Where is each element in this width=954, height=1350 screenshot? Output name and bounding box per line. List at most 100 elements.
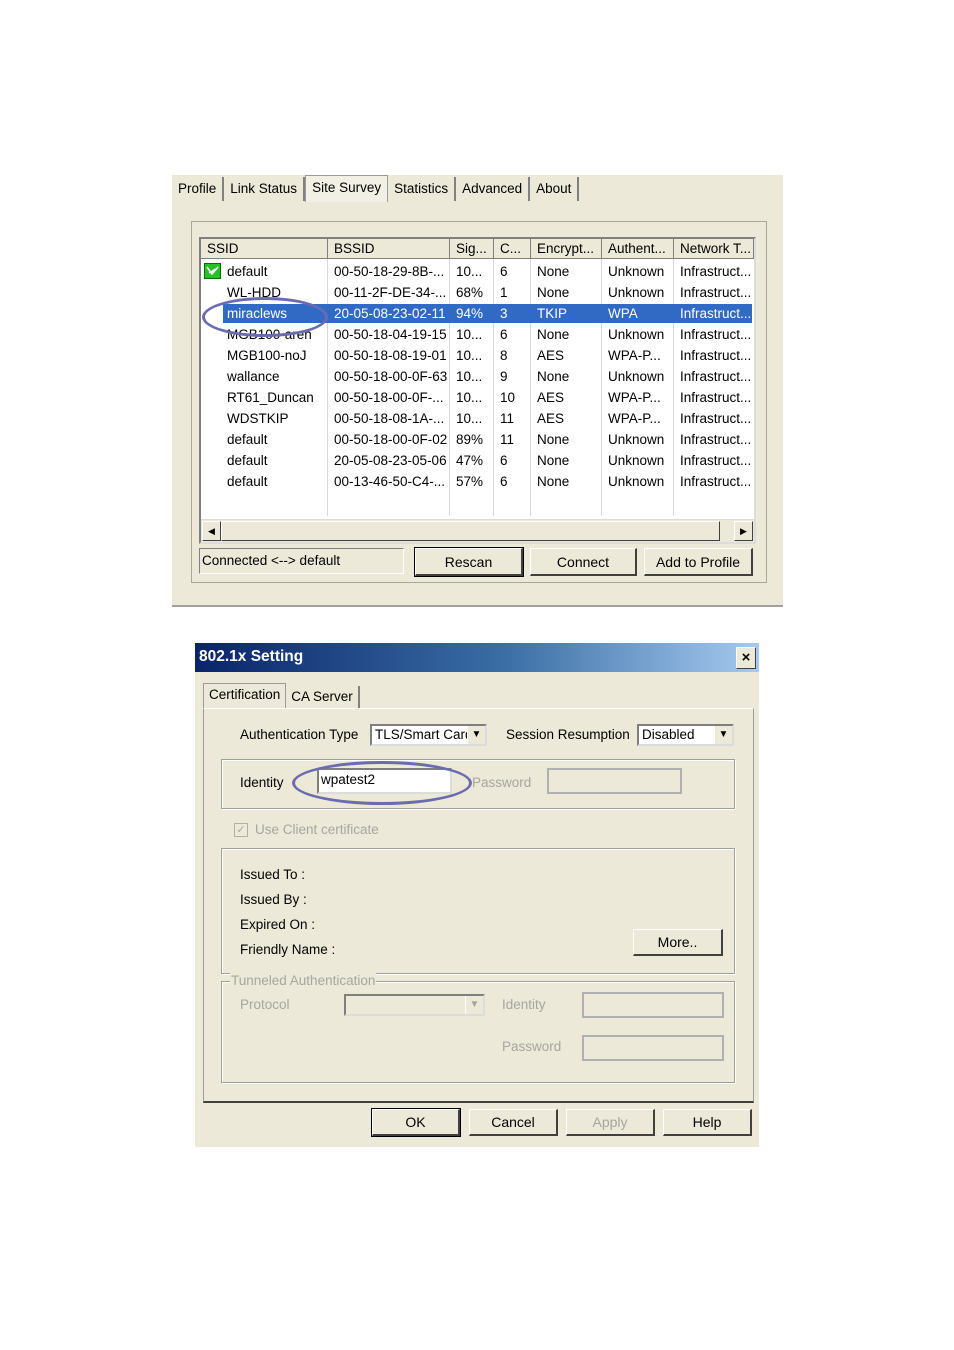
signal-cell: 10...	[456, 327, 483, 342]
column-header-signal[interactable]: Sig...	[450, 239, 494, 259]
channel-cell: 1	[500, 285, 508, 300]
tab-link-status[interactable]: Link Status	[224, 177, 306, 201]
bssid-cell: 00-50-18-00-0F-...	[334, 390, 444, 405]
ssid-cell: MGB100-noJ	[227, 348, 307, 363]
authentication-cell: Unknown	[608, 285, 665, 300]
encryption-cell: None	[537, 264, 570, 279]
bssid-cell: 00-50-18-08-19-01	[334, 348, 447, 363]
table-row[interactable]: default 00-50-18-29-8B-... 10... 6 None Unkno…	[201, 261, 754, 282]
tab-site-survey[interactable]: Site Survey	[305, 175, 389, 202]
protocol-select[interactable]: ▼	[344, 994, 485, 1016]
auth-type-value: TLS/Smart Card	[375, 727, 473, 742]
tab-advanced[interactable]: Advanced	[456, 177, 531, 201]
channel-cell: 6	[500, 474, 508, 489]
column-header-encryption[interactable]: Encrypt...	[531, 239, 602, 259]
column-header-channel[interactable]: C...	[494, 239, 531, 259]
highlight-oval	[292, 761, 472, 805]
encryption-cell: AES	[537, 390, 565, 405]
network-type-cell: Infrastruct...	[680, 474, 752, 489]
horizontal-scrollbar[interactable]: ◀ ▶	[201, 519, 754, 542]
apply-button[interactable]: Apply	[566, 1109, 655, 1136]
network-type-cell: Infrastruct...	[680, 411, 752, 426]
channel-cell: 8	[500, 348, 508, 363]
chevron-down-icon[interactable]: ▼	[467, 726, 485, 744]
encryption-cell: None	[537, 327, 570, 342]
table-row[interactable]: default 00-50-18-00-0F-02 89% 11 None Unknown…	[201, 429, 754, 450]
table-row[interactable]: MGB100-noJ 00-50-18-08-19-01 10... 8 AES WPA-…	[201, 345, 754, 366]
close-icon[interactable]: ×	[736, 647, 756, 669]
network-type-cell: Infrastruct...	[680, 327, 752, 342]
scroll-left-icon[interactable]: ◀	[202, 521, 221, 541]
survey-frame: SSID BSSID Sig... C... Encrypt... Authen…	[191, 221, 767, 583]
add-to-profile-button[interactable]: Add to Profile	[644, 548, 753, 576]
tab-profile[interactable]: Profile	[172, 177, 225, 201]
channel-cell: 3	[500, 306, 508, 321]
rescan-button[interactable]: Rescan	[414, 547, 524, 577]
tunneled-password-input[interactable]	[582, 1035, 724, 1061]
chevron-down-icon[interactable]: ▼	[714, 726, 732, 744]
bssid-cell: 00-50-18-04-19-15	[334, 327, 447, 342]
column-header-authentication[interactable]: Authent...	[602, 239, 674, 259]
help-button[interactable]: Help	[663, 1109, 752, 1136]
table-row[interactable]: RT61_Duncan 00-50-18-00-0F-... 10... 10 AES W…	[201, 387, 754, 408]
dialog-tab-bar: Certification CA Server	[203, 683, 360, 709]
channel-cell: 6	[500, 264, 508, 279]
dialog-title-bar[interactable]: 802.1x Setting ×	[195, 643, 759, 672]
use-client-cert-checkbox[interactable]: ✓	[234, 823, 248, 837]
tunneled-identity-input[interactable]	[582, 992, 724, 1018]
site-survey-panel: Profile Link Status Site Survey Statisti…	[172, 175, 783, 607]
ok-button[interactable]: OK	[371, 1108, 461, 1137]
table-row[interactable]: WDSTKIP 00-50-18-08-1A-... 10... 11 AES WPA-P…	[201, 408, 754, 429]
connect-button[interactable]: Connect	[530, 548, 637, 576]
session-resumption-label: Session Resumption	[506, 727, 630, 742]
scroll-right-icon[interactable]: ▶	[734, 521, 753, 541]
cancel-button[interactable]: Cancel	[469, 1109, 558, 1136]
issued-to-label: Issued To :	[240, 867, 306, 882]
authentication-cell: WPA	[608, 306, 638, 321]
authentication-cell: Unknown	[608, 264, 665, 279]
issued-by-label: Issued By :	[240, 892, 307, 907]
encryption-cell: None	[537, 453, 570, 468]
encryption-cell: None	[537, 369, 570, 384]
session-resumption-value: Disabled	[642, 727, 695, 742]
scroll-thumb[interactable]	[221, 521, 720, 541]
ssid-cell: default	[227, 453, 268, 468]
tab-ca-server[interactable]: CA Server	[286, 686, 360, 708]
encryption-cell: None	[537, 432, 570, 447]
authentication-cell: Unknown	[608, 327, 665, 342]
password-input[interactable]	[547, 768, 682, 794]
certification-page: Authentication Type TLS/Smart Card ▼ Ses…	[203, 708, 754, 1103]
network-type-cell: Infrastruct...	[680, 432, 752, 447]
chevron-down-icon[interactable]: ▼	[465, 996, 483, 1014]
tab-certification[interactable]: Certification	[203, 683, 287, 709]
signal-cell: 94%	[456, 306, 484, 321]
table-row[interactable]: wallance 00-50-18-00-0F-63 10... 9 None Unkno…	[201, 366, 754, 387]
network-type-cell: Infrastruct...	[680, 285, 752, 300]
column-header-network-type[interactable]: Network T...	[674, 239, 754, 259]
bssid-cell: 00-13-46-50-C4-...	[334, 474, 446, 489]
bssid-cell: 00-50-18-08-1A-...	[334, 411, 445, 426]
network-type-cell: Infrastruct...	[680, 264, 752, 279]
tab-statistics[interactable]: Statistics	[388, 177, 457, 201]
protocol-label: Protocol	[240, 997, 290, 1012]
channel-cell: 11	[500, 432, 515, 447]
auth-type-select[interactable]: TLS/Smart Card ▼	[370, 724, 487, 746]
column-header-ssid[interactable]: SSID	[201, 239, 328, 259]
network-list[interactable]: SSID BSSID Sig... C... Encrypt... Authen…	[199, 237, 756, 544]
channel-cell: 10	[500, 390, 516, 405]
table-row[interactable]: default 20-05-08-23-05-06 47% 6 None Unknown I…	[201, 450, 754, 471]
signal-cell: 89%	[456, 432, 484, 447]
tab-about[interactable]: About	[530, 177, 580, 201]
session-resumption-select[interactable]: Disabled ▼	[637, 724, 734, 746]
table-row[interactable]: default 00-13-46-50-C4-... 57% 6 None Unknown…	[201, 471, 754, 492]
auth-type-label: Authentication Type	[240, 727, 359, 742]
connected-icon	[204, 263, 221, 279]
channel-cell: 6	[500, 327, 508, 342]
encryption-cell: None	[537, 474, 570, 489]
network-type-cell: Infrastruct...	[680, 453, 752, 468]
column-header-bssid[interactable]: BSSID	[328, 239, 450, 259]
connection-status: Connected <--> default	[199, 548, 404, 574]
more-button[interactable]: More..	[633, 929, 723, 956]
authentication-cell: Unknown	[608, 474, 665, 489]
use-client-cert-label: Use Client certificate	[255, 822, 379, 837]
